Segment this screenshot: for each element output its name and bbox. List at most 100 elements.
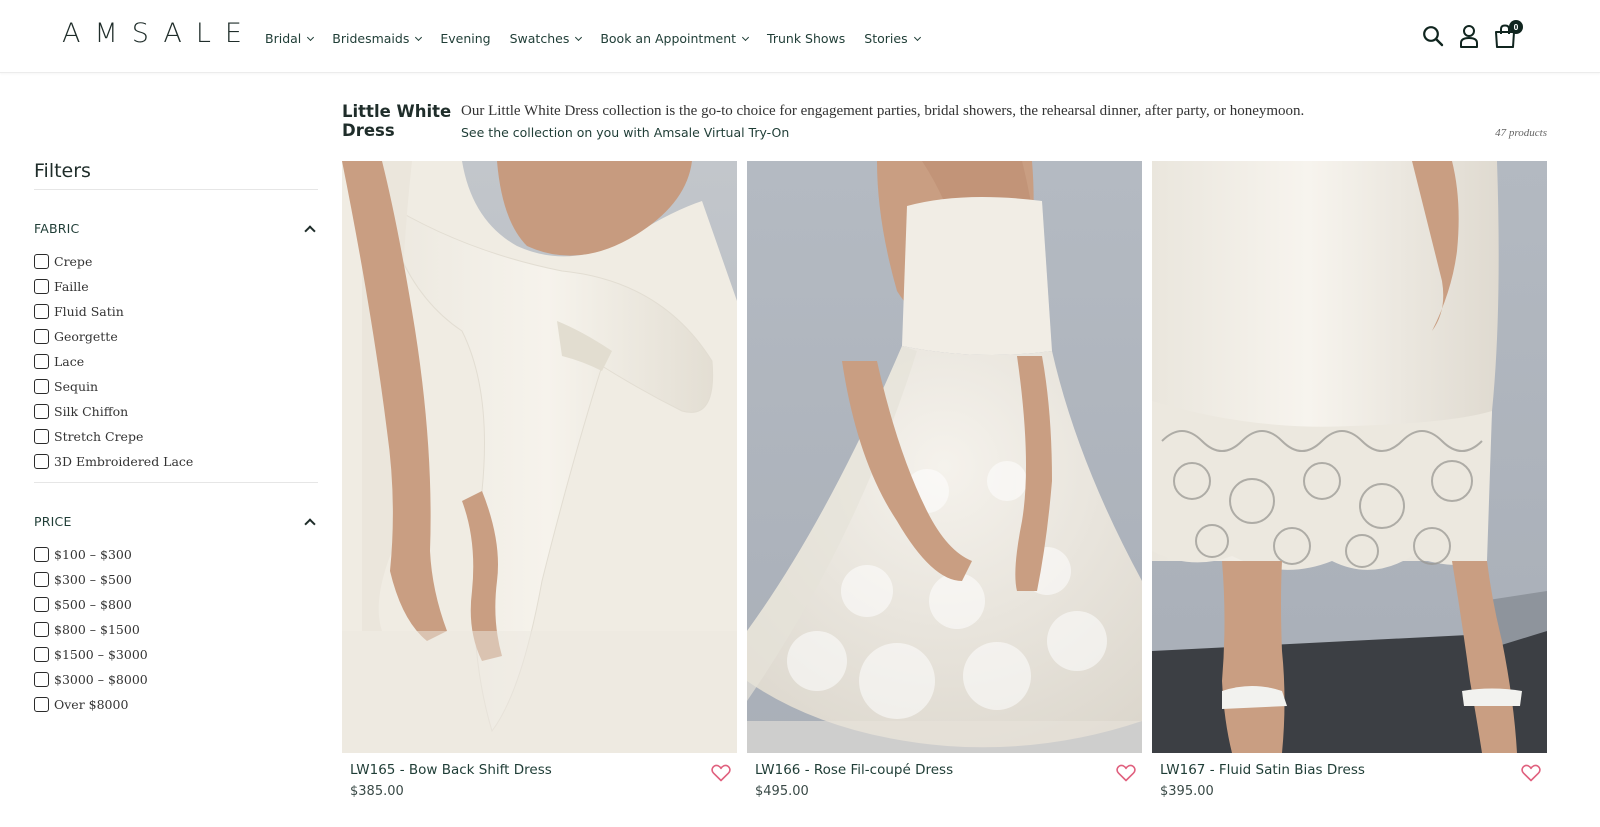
filter-option-label: $300 – $500 [54, 572, 132, 587]
nav-label: Trunk Shows [767, 31, 846, 46]
chevron-up-icon [304, 517, 316, 530]
product-card: LW165 - Bow Back Shift Dress $385.00 [342, 161, 737, 813]
header-actions: 0 [1422, 20, 1523, 49]
cart-icon[interactable]: 0 [1494, 20, 1523, 49]
filter-option[interactable]: Fluid Satin [34, 299, 318, 324]
checkbox[interactable] [34, 672, 49, 687]
checkbox[interactable] [34, 572, 49, 587]
nav-label: Stories [864, 31, 908, 46]
checkbox[interactable] [34, 697, 49, 712]
filter-option-label: Georgette [54, 329, 118, 344]
checkbox[interactable] [34, 354, 49, 369]
filter-option-label: Stretch Crepe [54, 429, 144, 444]
filter-option[interactable]: Faille [34, 274, 318, 299]
filters-title: Filters [34, 160, 318, 190]
checkbox[interactable] [34, 547, 49, 562]
nav-label: Bridal [265, 31, 302, 46]
product-info: LW167 - Fluid Satin Bias Dress $395.00 [1152, 753, 1547, 813]
product-card: LW167 - Fluid Satin Bias Dress $395.00 [1152, 161, 1547, 813]
chevron-down-icon [415, 33, 423, 41]
filter-option-label: $100 – $300 [54, 547, 132, 562]
product-image[interactable] [342, 161, 737, 753]
collection-title: Little White Dress [342, 102, 452, 140]
filter-option[interactable]: $300 – $500 [34, 567, 318, 592]
chevron-down-icon [913, 33, 921, 41]
filter-option[interactable]: $500 – $800 [34, 592, 318, 617]
filter-option[interactable]: Lace [34, 349, 318, 374]
chevron-up-icon [304, 224, 316, 237]
nav-item-stories[interactable]: Stories [864, 31, 921, 46]
filter-group-fabric: FABRIC Crepe Faille Fluid Satin Georgett… [34, 221, 318, 483]
chevron-down-icon [741, 33, 750, 41]
heart-icon[interactable] [1116, 764, 1136, 782]
checkbox[interactable] [34, 597, 49, 612]
filter-option[interactable]: 3D Embroidered Lace [34, 449, 318, 474]
filter-group-toggle[interactable]: PRICE [34, 514, 318, 530]
filter-option[interactable]: Crepe [34, 249, 318, 274]
checkbox[interactable] [34, 454, 49, 469]
checkbox[interactable] [34, 304, 49, 319]
heart-icon[interactable] [711, 764, 731, 782]
filter-option-label: Over $8000 [54, 697, 129, 712]
filter-option[interactable]: Georgette [34, 324, 318, 349]
collection-description: Our Little White Dress collection is the… [461, 103, 1305, 119]
chevron-down-icon [307, 33, 315, 41]
product-image[interactable] [747, 161, 1142, 753]
nav-item-bridal[interactable]: Bridal [265, 31, 315, 46]
cart-count-badge: 0 [1509, 20, 1523, 34]
product-name[interactable]: LW165 - Bow Back Shift Dress [350, 762, 729, 778]
product-image[interactable] [1152, 161, 1547, 753]
filter-option-label: Crepe [54, 254, 93, 269]
checkbox[interactable] [34, 329, 49, 344]
filter-option-label: Sequin [54, 379, 99, 394]
filter-option-label: Fluid Satin [54, 304, 124, 319]
filter-group-title: FABRIC [34, 221, 80, 236]
nav-label: Evening [440, 31, 491, 46]
site-header: AMSALE Bridal Bridesmaids Evening Swatch… [0, 0, 1600, 73]
filter-option[interactable]: $100 – $300 [34, 542, 318, 567]
nav-item-evening[interactable]: Evening [440, 31, 490, 46]
checkbox[interactable] [34, 404, 49, 419]
filter-option-label: $800 – $1500 [54, 622, 140, 637]
main-nav: Bridal Bridesmaids Evening Swatches Book… [265, 31, 939, 46]
brand-logo[interactable]: AMSALE [62, 20, 256, 47]
product-card: LW166 - Rose Fil-coupé Dress $495.00 [747, 161, 1142, 813]
nav-label: Book an Appointment [600, 31, 737, 46]
search-icon[interactable] [1422, 23, 1444, 49]
product-count: 47 products [1495, 127, 1547, 139]
product-name[interactable]: LW166 - Rose Fil-coupé Dress [755, 762, 1134, 778]
filter-option[interactable]: Sequin [34, 374, 318, 399]
filter-option[interactable]: Silk Chiffon [34, 399, 318, 424]
checkbox[interactable] [34, 429, 49, 444]
product-info: LW166 - Rose Fil-coupé Dress $495.00 [747, 753, 1142, 813]
product-grid: LW165 - Bow Back Shift Dress $385.00 LW1… [342, 161, 1547, 813]
filters-sidebar: Filters FABRIC Crepe Faille Fluid Satin … [34, 160, 318, 725]
checkbox[interactable] [34, 647, 49, 662]
product-price: $385.00 [350, 784, 404, 799]
checkbox[interactable] [34, 279, 49, 294]
filter-group-price: PRICE $100 – $300 $300 – $500 $500 – $80… [34, 514, 318, 725]
filter-option[interactable]: $3000 – $8000 [34, 667, 318, 692]
nav-item-swatches[interactable]: Swatches [509, 31, 583, 46]
product-price: $395.00 [1160, 784, 1214, 799]
filter-option[interactable]: Stretch Crepe [34, 424, 318, 449]
nav-label: Swatches [509, 31, 570, 46]
product-name[interactable]: LW167 - Fluid Satin Bias Dress [1160, 762, 1539, 778]
filter-group-title: PRICE [34, 514, 72, 529]
filter-option-label: Silk Chiffon [54, 404, 129, 419]
heart-icon[interactable] [1521, 764, 1541, 782]
filter-option[interactable]: $1500 – $3000 [34, 642, 318, 667]
filter-option-label: $1500 – $3000 [54, 647, 148, 662]
virtual-try-on-link[interactable]: See the collection on you with Amsale Vi… [461, 125, 789, 140]
filter-option[interactable]: Over $8000 [34, 692, 318, 717]
nav-item-book-appointment[interactable]: Book an Appointment [600, 31, 750, 46]
checkbox[interactable] [34, 379, 49, 394]
account-icon[interactable] [1458, 23, 1480, 49]
filter-option-label: Lace [54, 354, 85, 369]
checkbox[interactable] [34, 622, 49, 637]
filter-option[interactable]: $800 – $1500 [34, 617, 318, 642]
checkbox[interactable] [34, 254, 49, 269]
nav-item-trunk-shows[interactable]: Trunk Shows [767, 31, 845, 46]
nav-item-bridesmaids[interactable]: Bridesmaids [332, 31, 423, 46]
filter-group-toggle[interactable]: FABRIC [34, 221, 318, 237]
